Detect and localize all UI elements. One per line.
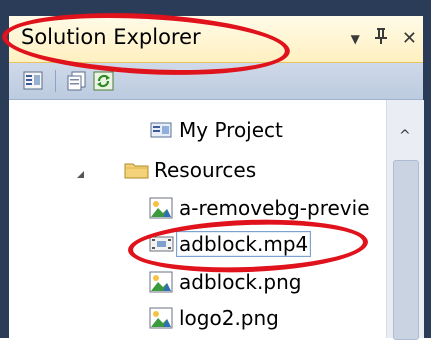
solution-tree: My Project Resources a-removebg-previe a… xyxy=(9,100,423,338)
folder-icon xyxy=(124,159,149,181)
window-chrome-left xyxy=(0,0,9,338)
tree-item-label: logo2.png xyxy=(179,306,279,330)
tree-item-a-removebg-preview[interactable]: a-removebg-previe xyxy=(149,192,370,224)
tree-item-label: Resources xyxy=(154,158,257,182)
image-file-icon xyxy=(149,307,173,329)
show-all-files-icon xyxy=(67,71,86,91)
my-project-icon xyxy=(149,119,173,141)
properties-icon xyxy=(23,71,43,90)
scroll-up-arrow[interactable]: ^ xyxy=(399,128,411,144)
tree-item-label: adblock.mp4 xyxy=(175,231,312,257)
scroll-thumb[interactable] xyxy=(393,160,419,340)
window-chrome-right xyxy=(423,0,431,338)
tree-item-adblock-png[interactable]: adblock.png xyxy=(149,266,301,298)
show-all-files-button[interactable] xyxy=(67,71,89,91)
panel-title: Solution Explorer xyxy=(21,25,201,49)
toolbar-separator xyxy=(55,70,56,92)
tree-item-logo2-png[interactable]: logo2.png xyxy=(149,302,279,334)
vertical-scrollbar[interactable]: ^ xyxy=(386,100,424,340)
solution-explorer-title-bar[interactable]: Solution Explorer ▼ ✕ xyxy=(9,16,423,63)
tree-item-label: a-removebg-previe xyxy=(179,196,370,220)
tree-item-resources[interactable]: Resources xyxy=(77,154,256,186)
tree-item-my-project[interactable]: My Project xyxy=(149,114,283,146)
image-file-icon xyxy=(149,197,173,219)
title-bar-controls: ▼ ✕ xyxy=(351,27,417,50)
auto-hide-pin-button[interactable] xyxy=(374,27,388,50)
image-file-icon xyxy=(149,271,173,293)
window-chrome-top xyxy=(0,0,431,16)
refresh-icon xyxy=(93,71,114,91)
solution-explorer-toolbar xyxy=(9,63,423,100)
collapse-triangle-icon[interactable] xyxy=(77,170,84,178)
tree-item-adblock-mp4[interactable]: adblock.mp4 xyxy=(149,228,312,260)
window-position-dropdown-button[interactable]: ▼ xyxy=(351,29,360,49)
tree-item-label: My Project xyxy=(179,118,283,142)
pin-icon xyxy=(374,28,387,44)
refresh-button[interactable] xyxy=(93,71,115,91)
properties-button[interactable] xyxy=(23,71,45,91)
tree-item-label: adblock.png xyxy=(179,270,302,294)
close-button[interactable]: ✕ xyxy=(402,28,417,49)
video-file-icon xyxy=(149,233,174,255)
